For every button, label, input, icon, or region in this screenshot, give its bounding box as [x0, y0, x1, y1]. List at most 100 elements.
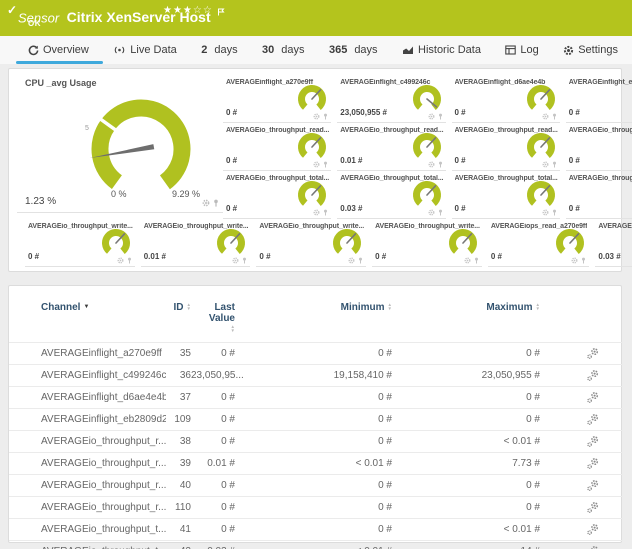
cpu-gauge-tile[interactable]: CPU _avg Usage 5 0 % 9.29 % 1.23 % — [17, 75, 223, 213]
pin-icon[interactable] — [552, 113, 557, 120]
gear-icon[interactable] — [571, 257, 578, 264]
gauge-tile[interactable]: AVERAGEinflight_eb2809d2 0 # — [566, 75, 632, 123]
pin-icon[interactable] — [552, 209, 557, 216]
pin-icon[interactable] — [213, 199, 219, 207]
tab-overview[interactable]: Overview — [28, 44, 89, 56]
gauge-tile-value: 0 # — [226, 108, 237, 117]
gear-icon[interactable] — [232, 257, 239, 264]
pin-icon[interactable] — [323, 209, 328, 216]
tab-2-days[interactable]: 2days — [201, 44, 237, 56]
gauge-tile-value: 0 # — [455, 108, 466, 117]
gear-icon[interactable] — [542, 209, 549, 216]
gauge-tile[interactable]: AVERAGEio_throughput_write... 0.01 # — [141, 219, 251, 267]
channel-name[interactable]: AVERAGEio_throughput_t... — [9, 519, 166, 541]
channel-settings-icon[interactable] — [586, 479, 600, 492]
gauge-tile[interactable]: AVERAGEiops_read_a270e9ff 0 # — [488, 219, 590, 267]
column-header-id[interactable]: ID▲▼ — [166, 298, 191, 343]
channel-row[interactable]: AVERAGEinflight_a270e9ff 35 0 # 0 # 0 # — [9, 343, 623, 365]
gear-icon[interactable] — [313, 209, 320, 216]
channel-settings-icon[interactable] — [586, 369, 600, 382]
channel-name[interactable]: AVERAGEio_throughput_r... — [9, 475, 166, 497]
gear-icon[interactable] — [202, 199, 210, 207]
channel-row[interactable]: AVERAGEinflight_d6ae4e4b 37 0 # 0 # 0 # — [9, 387, 623, 409]
channel-settings-icon[interactable] — [586, 545, 600, 549]
gear-icon[interactable] — [542, 113, 549, 120]
gauge-tile[interactable]: AVERAGEio_throughput_total... 0.03 # — [337, 171, 445, 219]
gear-icon[interactable] — [428, 209, 435, 216]
gauge-tile[interactable]: AVERAGEio_throughput_total... 0 # — [566, 171, 632, 219]
tab-30-days[interactable]: 30days — [262, 44, 305, 56]
channel-minimum: 0 # — [235, 387, 392, 409]
channel-name[interactable]: AVERAGEinflight_eb2809d2 — [9, 409, 166, 431]
gear-icon[interactable] — [313, 113, 320, 120]
channel-settings-icon[interactable] — [586, 501, 600, 514]
gear-icon[interactable] — [348, 257, 355, 264]
tab-log[interactable]: Log — [505, 44, 538, 56]
pin-icon[interactable] — [438, 113, 443, 120]
channel-row[interactable]: AVERAGEinflight_eb2809d2 109 0 # 0 # 0 # — [9, 409, 623, 431]
channel-name[interactable]: AVERAGEio_throughput_r... — [9, 497, 166, 519]
channel-maximum: 0 # — [392, 387, 540, 409]
table-header-row: Channel▼ ID▲▼ Last Value▲▼ Minimum▲▼ Max… — [9, 298, 623, 343]
channel-settings-icon[interactable] — [586, 391, 600, 404]
channel-settings-icon[interactable] — [586, 413, 600, 426]
channel-name[interactable]: AVERAGEio_throughput_r... — [9, 431, 166, 453]
channel-name[interactable]: AVERAGEinflight_d6ae4e4b — [9, 387, 166, 409]
pin-icon[interactable] — [323, 113, 328, 120]
channel-row[interactable]: AVERAGEio_throughput_r... 40 0 # 0 # 0 # — [9, 475, 623, 497]
gauge-tile[interactable]: AVERAGEio_throughput_read... 0.01 # — [337, 123, 445, 171]
tab-365-days[interactable]: 365days — [329, 44, 378, 56]
gear-icon[interactable] — [542, 161, 549, 168]
pin-icon[interactable] — [581, 257, 586, 264]
channel-settings-icon[interactable] — [586, 347, 600, 360]
priority-star-rating[interactable]: ★★★☆☆ — [163, 5, 213, 16]
gauge-tile[interactable]: AVERAGEinflight_a270e9ff 0 # — [223, 75, 331, 123]
gear-icon[interactable] — [464, 257, 471, 264]
column-header-channel[interactable]: Channel▼ — [9, 298, 166, 343]
column-header-last-value[interactable]: Last Value▲▼ — [191, 298, 235, 343]
pin-icon[interactable] — [474, 257, 479, 264]
gear-icon[interactable] — [117, 257, 124, 264]
tab-historic-data[interactable]: Historic Data — [402, 44, 481, 56]
channel-row[interactable]: AVERAGEio_throughput_t... 41 0 # 0 # < 0… — [9, 519, 623, 541]
pin-icon[interactable] — [552, 161, 557, 168]
channel-last-value: 0 # — [191, 343, 235, 365]
channel-settings-icon[interactable] — [586, 523, 600, 536]
channel-settings-icon[interactable] — [586, 435, 600, 448]
column-header-minimum[interactable]: Minimum▲▼ — [235, 298, 392, 343]
gauge-tile[interactable]: AVERAGEiops_read_c499246c 0.03 # — [595, 219, 632, 267]
gauge-tile[interactable]: AVERAGEio_throughput_read... 0 # — [566, 123, 632, 171]
channel-name[interactable]: AVERAGEio_throughput_t... — [9, 541, 166, 549]
pin-icon[interactable] — [242, 257, 247, 264]
gear-icon[interactable] — [313, 161, 320, 168]
gear-icon[interactable] — [428, 113, 435, 120]
channel-row[interactable]: AVERAGEio_throughput_r... 39 0.01 # < 0.… — [9, 453, 623, 475]
pin-icon[interactable] — [358, 257, 363, 264]
sort-desc-icon: ▼ — [83, 304, 89, 310]
gear-icon[interactable] — [428, 161, 435, 168]
channel-settings-icon[interactable] — [586, 457, 600, 470]
tab-settings[interactable]: Settings — [563, 44, 618, 56]
pin-icon[interactable] — [438, 209, 443, 216]
gauge-tile[interactable]: AVERAGEio_throughput_total... 0 # — [223, 171, 331, 219]
channel-row[interactable]: AVERAGEio_throughput_t... 42 0.03 # < 0.… — [9, 541, 623, 549]
gauge-tile[interactable]: AVERAGEinflight_c499246c 23,050,955 # — [337, 75, 445, 123]
gauge-tile[interactable]: AVERAGEinflight_d6ae4e4b 0 # — [452, 75, 560, 123]
pin-icon[interactable] — [127, 257, 132, 264]
channel-name[interactable]: AVERAGEinflight_a270e9ff — [9, 343, 166, 365]
channel-row[interactable]: AVERAGEio_throughput_r... 110 0 # 0 # 0 … — [9, 497, 623, 519]
column-header-maximum[interactable]: Maximum▲▼ — [392, 298, 540, 343]
pin-icon[interactable] — [323, 161, 328, 168]
gauge-tile[interactable]: AVERAGEio_throughput_write... 0 # — [25, 219, 135, 267]
channel-name[interactable]: AVERAGEinflight_c499246c — [9, 365, 166, 387]
gauge-tile[interactable]: AVERAGEio_throughput_total... 0 # — [452, 171, 560, 219]
pin-icon[interactable] — [438, 161, 443, 168]
gauge-tile[interactable]: AVERAGEio_throughput_write... 0 # — [256, 219, 366, 267]
channel-row[interactable]: AVERAGEio_throughput_r... 38 0 # 0 # < 0… — [9, 431, 623, 453]
gauge-tile[interactable]: AVERAGEio_throughput_write... 0 # — [372, 219, 482, 267]
channel-row[interactable]: AVERAGEinflight_c499246c 36 23,050,95...… — [9, 365, 623, 387]
gauge-tile[interactable]: AVERAGEio_throughput_read... 0 # — [223, 123, 331, 171]
gauge-tile[interactable]: AVERAGEio_throughput_read... 0 # — [452, 123, 560, 171]
tab-live-data[interactable]: Live Data — [113, 44, 176, 56]
channel-name[interactable]: AVERAGEio_throughput_r... — [9, 453, 166, 475]
